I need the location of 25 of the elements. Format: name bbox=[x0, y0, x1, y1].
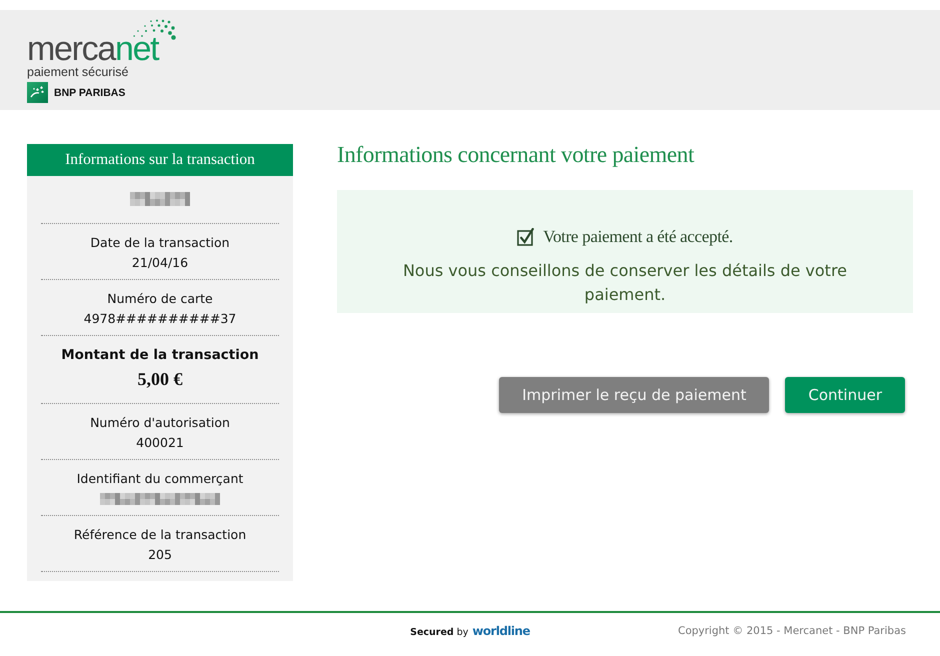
continue-button[interactable]: Continuer bbox=[785, 377, 905, 413]
print-button[interactable]: Imprimer le reçu de paiement bbox=[499, 377, 770, 413]
amount-label: Montant de la transaction bbox=[61, 346, 259, 365]
field-label: Identifiant du commerçant bbox=[76, 470, 244, 488]
bank-name: BNP PARIBAS bbox=[54, 86, 126, 98]
field-value: 205 bbox=[148, 546, 172, 564]
field-value: 400021 bbox=[136, 434, 184, 452]
provider-logo: worldline bbox=[472, 624, 530, 638]
logo-tagline: paiement sécurisé bbox=[27, 65, 128, 79]
secured-by-text: Secured by bbox=[410, 627, 468, 638]
advice-text: Nous vous conseillons de conserver les détails de votre paiement. bbox=[402, 260, 848, 306]
field-value: 4978##########37 bbox=[84, 310, 236, 328]
field-label: Numéro de carte bbox=[107, 290, 213, 308]
panel-title: Informations sur la transaction bbox=[27, 144, 293, 176]
field-label: Numéro d'autorisation bbox=[90, 414, 230, 432]
logo-wordmark: mercanet bbox=[27, 33, 158, 65]
status-message: Votre paiement a été accepté. bbox=[543, 227, 733, 247]
emblem-icon bbox=[27, 82, 48, 103]
field-label: Référence de la transaction bbox=[74, 526, 246, 544]
dot-arc-icon bbox=[133, 19, 177, 40]
field-value: 21/04/16 bbox=[132, 254, 188, 272]
amount-value: 5,00 € bbox=[138, 368, 182, 391]
copyright-text: Copyright © 2015 - Mercanet - BNP Paribas bbox=[678, 625, 906, 637]
page-title: Informations concernant votre paiement bbox=[337, 144, 694, 166]
field-label: Date de la transaction bbox=[90, 234, 230, 252]
